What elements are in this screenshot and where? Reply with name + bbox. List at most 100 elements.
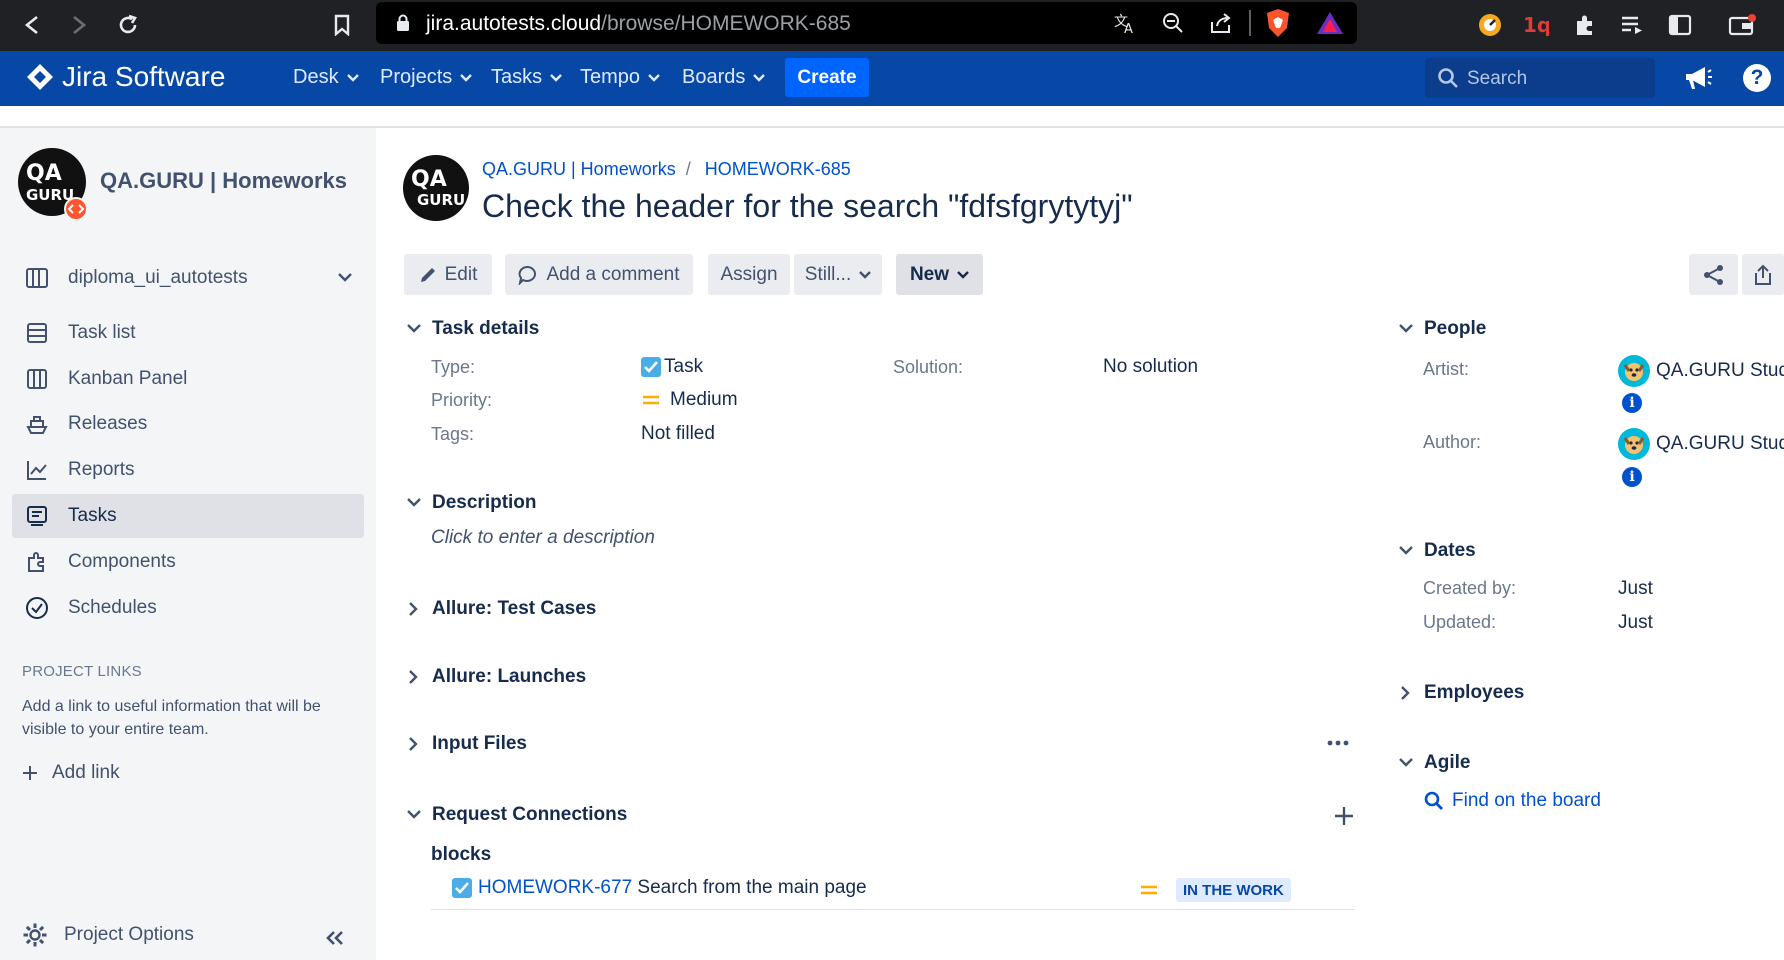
nav-desk[interactable]: Desk	[293, 66, 359, 89]
linked-issue-summary[interactable]: Search from the main page	[637, 877, 866, 898]
extension-iq-icon[interactable]: 1q	[1520, 9, 1552, 41]
chevron-down-icon	[346, 73, 359, 82]
sidebar-item-tasks[interactable]: Tasks	[12, 494, 364, 538]
board-selector[interactable]: diploma_ui_autotests	[12, 256, 364, 300]
extension-speedometer-icon[interactable]	[1474, 9, 1506, 41]
url-text: jira.autotests.cloud/browse/HOMEWORK-685	[426, 12, 851, 35]
search-placeholder: Search	[1467, 68, 1528, 89]
type-value[interactable]: Task	[640, 356, 703, 378]
create-button[interactable]: Create	[785, 58, 869, 97]
breadcrumb-project-link[interactable]: QA.GURU | Homeworks	[482, 159, 676, 180]
nav-projects[interactable]: Projects	[380, 66, 473, 89]
priority-value[interactable]: Medium	[642, 389, 738, 411]
people-toggle[interactable]: People	[1396, 318, 1486, 340]
request-connections-toggle[interactable]: Request Connections	[404, 804, 627, 826]
jira-logo-text: Jira Software	[62, 61, 226, 92]
tags-value[interactable]: Not filled	[641, 423, 715, 445]
more-options-icon[interactable]	[1327, 736, 1349, 750]
translate-icon[interactable]: 文A	[1113, 12, 1137, 34]
breadcrumb-issue-key-link[interactable]: HOMEWORK-685	[705, 159, 851, 180]
chevron-right-icon	[404, 599, 424, 619]
share-page-icon[interactable]	[1209, 12, 1233, 34]
share-button[interactable]	[1689, 254, 1738, 295]
project-options-button[interactable]: Project Options	[22, 922, 194, 948]
nav-boards[interactable]: Boards	[682, 66, 766, 89]
task-details-toggle[interactable]: Task details	[404, 318, 539, 340]
sidebar-item-components[interactable]: Components	[12, 540, 364, 584]
nav-tasks[interactable]: Tasks	[491, 66, 562, 89]
sidebar-item-task-list[interactable]: Task list	[12, 311, 364, 355]
extensions-puzzle-icon[interactable]	[1569, 9, 1601, 41]
chevron-down-icon	[1396, 319, 1416, 339]
input-files-toggle[interactable]: Input Files	[404, 733, 527, 755]
forward-icon[interactable]	[63, 9, 95, 41]
allure-launches-toggle[interactable]: Allure: Launches	[404, 666, 586, 688]
brave-rewards-icon[interactable]	[1316, 10, 1344, 36]
svg-text:GURU: GURU	[417, 191, 465, 209]
allure-test-cases-toggle[interactable]: Allure: Test Cases	[404, 598, 596, 620]
more-actions-label: Still...	[804, 263, 852, 285]
back-icon[interactable]	[16, 9, 48, 41]
sidebar-item-schedules[interactable]: Schedules	[12, 586, 364, 630]
status-dropdown[interactable]: New	[896, 254, 983, 295]
nav-tempo[interactable]: Tempo	[580, 66, 660, 89]
add-link-plus-icon[interactable]	[1334, 806, 1354, 826]
issue-project-avatar[interactable]: QA GURU	[403, 155, 469, 221]
description-toggle[interactable]: Description	[404, 492, 537, 514]
add-link-button[interactable]: Add link	[22, 762, 120, 784]
project-links-text-2: visible to your entire team.	[22, 721, 209, 738]
dates-toggle[interactable]: Dates	[1396, 540, 1476, 562]
linked-issue-key[interactable]: HOMEWORK-677	[478, 877, 632, 898]
nav-tasks-label: Tasks	[491, 66, 543, 88]
address-bar[interactable]: jira.autotests.cloud/browse/HOMEWORK-685…	[376, 2, 1357, 44]
employees-toggle[interactable]: Employees	[1396, 682, 1524, 704]
chevron-right-icon	[1396, 683, 1416, 703]
nav-tempo-label: Tempo	[580, 66, 641, 88]
author-value[interactable]: QA.GURU Stude	[1618, 428, 1784, 460]
playlist-icon[interactable]	[1616, 9, 1648, 41]
bookmark-icon[interactable]	[326, 9, 358, 41]
issue-title[interactable]: Check the header for the search "fdfsfgr…	[482, 188, 1133, 225]
assign-label: Assign	[720, 263, 778, 285]
wallet-icon[interactable]	[1726, 9, 1758, 41]
project-name[interactable]: QA.GURU | Homeworks	[100, 168, 347, 194]
find-on-board-link[interactable]: Find on the board	[1424, 790, 1601, 812]
export-button[interactable]	[1742, 254, 1784, 295]
priority-medium-icon	[643, 395, 659, 405]
assign-button[interactable]: Assign	[708, 254, 790, 295]
brave-shield-icon[interactable]	[1265, 8, 1291, 38]
collapse-sidebar-icon[interactable]	[325, 930, 345, 946]
megaphone-icon[interactable]	[1683, 64, 1713, 92]
search-input[interactable]: Search	[1425, 58, 1655, 98]
info-icon[interactable]: i	[1622, 467, 1642, 487]
chevron-down-icon	[859, 270, 872, 279]
info-icon[interactable]: i	[1622, 393, 1642, 413]
zoom-out-icon[interactable]	[1162, 12, 1184, 34]
sidebar-item-releases[interactable]: Releases	[12, 402, 364, 446]
chevron-down-icon	[404, 319, 424, 339]
help-icon[interactable]: ?	[1743, 64, 1771, 92]
reports-chart-icon	[22, 455, 52, 485]
sidebar-item-reports[interactable]: Reports	[12, 448, 364, 492]
jira-logo[interactable]: Jira Software	[26, 61, 225, 93]
chevron-down-icon	[404, 493, 424, 513]
add-comment-button[interactable]: Add a comment	[505, 254, 693, 295]
priority-label: Priority:	[431, 390, 493, 410]
chevron-down-icon	[338, 273, 352, 282]
description-field[interactable]: Click to enter a description	[431, 527, 655, 549]
edit-button[interactable]: Edit	[404, 254, 492, 295]
reload-icon[interactable]	[112, 9, 144, 41]
share-icon	[1703, 264, 1723, 285]
add-link-label: Add link	[52, 762, 120, 783]
agile-toggle[interactable]: Agile	[1396, 752, 1470, 774]
allure-test-cases-heading: Allure: Test Cases	[432, 598, 597, 619]
sidebar-item-kanban-panel[interactable]: Kanban Panel	[12, 357, 364, 401]
more-actions-dropdown[interactable]: Still...	[794, 254, 882, 295]
sidebar-toggle-icon[interactable]	[1664, 9, 1696, 41]
pencil-icon	[420, 267, 435, 282]
allure-launches-heading: Allure: Launches	[432, 666, 587, 687]
artist-value[interactable]: QA.GURU Stude	[1618, 355, 1784, 387]
project-sidebar: QA GURU QA.GURU | Homeworks diploma_ui_au…	[0, 128, 376, 960]
sidebar-item-label: Reports	[68, 459, 135, 480]
chevron-down-icon	[460, 73, 473, 82]
